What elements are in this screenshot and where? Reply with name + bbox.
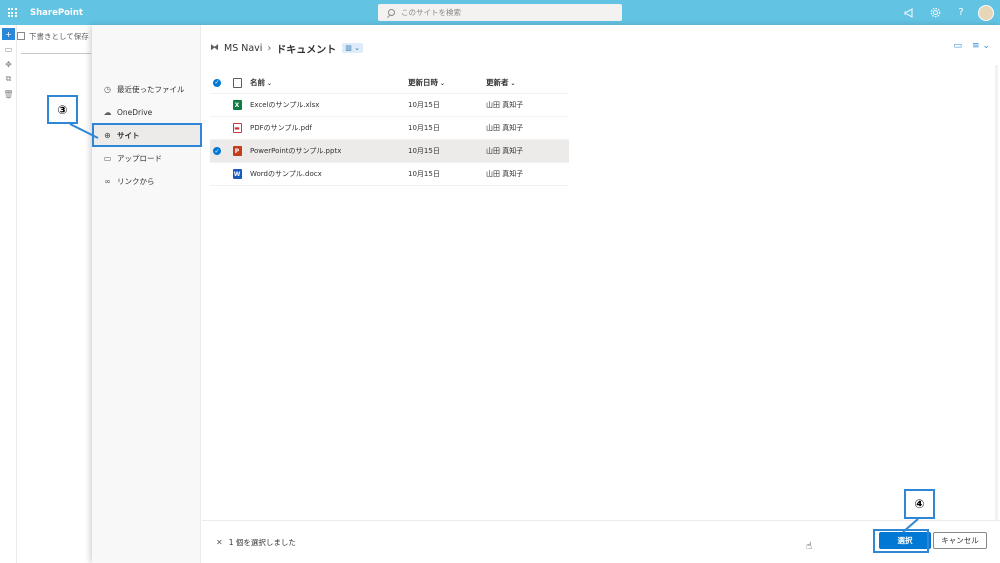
step-3-callout: ③ [47,95,78,124]
nav-item-label: 最近使ったファイル [117,84,185,94]
chevron-right-icon: › [267,42,272,54]
scrollbar[interactable] [995,65,998,540]
trash-icon[interactable]: 🗑 [2,88,15,100]
word-file-icon: W [232,169,242,179]
background-canvas [17,47,92,563]
link-icon: ∞ [104,176,111,186]
gear-icon[interactable] [922,0,948,25]
breadcrumb-site[interactable]: MS Navi [224,43,262,54]
megaphone-icon[interactable] [896,0,922,25]
file-modified: 10月15日 [408,147,440,155]
file-name: Wordのサンプル.docx [250,170,322,178]
file-name: Excelのサンプル.xlsx [250,101,320,109]
left-app-rail: + ▭ ✥ ⧉ 🗑 [0,25,17,563]
file-name: PDFのサンプル.pdf [250,124,313,132]
save-draft-label: 下書きとして保存 [29,31,89,41]
nav-item-label: OneDrive [117,107,153,117]
copy-icon[interactable]: ⧉ [2,73,15,85]
table-row[interactable]: X Excelのサンプル.xlsx 10月15日 山田 真知子 [210,94,569,117]
file-picker-dialog: ◷ 最近使ったファイル ☁ OneDrive ⊕ サイト ▭ アップロード ∞ … [92,25,1000,563]
col-header-modified[interactable]: 更新日時 ⌄ [408,77,486,88]
breadcrumb: ⧓ MS Navi › ドキュメント ▥ ⌄ [210,39,363,57]
top-right-actions: ▭ ≡ ⌄ [954,41,990,51]
nav-item-onedrive[interactable]: ☁ OneDrive [92,101,201,123]
mouse-pointer-icon: ☝ [806,541,813,552]
pdf-file-icon: ▬ [232,123,242,133]
selection-info: ✕ 1 個を選択しました [216,537,296,548]
select-highlight-box [873,529,929,553]
table-row[interactable]: ✓ P PowerPointのサンプル.pptx 10月15日 山田 真知子 [210,140,569,163]
plus-icon[interactable]: + [2,28,15,40]
selection-count: 1 個を選択しました [228,538,296,547]
clear-selection-icon[interactable]: ✕ [216,538,223,547]
step-4-callout: ④ [904,489,935,519]
file-modified-by: 山田 真知子 [486,170,524,178]
nav-item-label: リンクから [117,176,155,186]
app-name[interactable]: SharePoint [30,8,83,18]
table-row[interactable]: W Wordのサンプル.docx 10月15日 山田 真知子 [210,163,569,186]
file-modified-by: 山田 真知子 [486,101,524,109]
table-row[interactable]: ▬ PDFのサンプル.pdf 10月15日 山田 真知子 [210,117,569,140]
file-modified: 10月15日 [408,101,440,109]
file-modified: 10月15日 [408,170,440,178]
file-modified-by: 山田 真知子 [486,124,524,132]
file-list: ✓ 名前 ⌄ 更新日時 ⌄ 更新者 ⌄ X Excelのサンプル.xlsx 10月15… [210,72,569,186]
site-search-box[interactable]: このサイトを検索 [378,4,622,21]
clock-icon: ◷ [104,84,111,94]
comment-icon[interactable]: ▭ [2,43,15,55]
help-icon[interactable]: ? [948,0,974,25]
search-placeholder: このサイトを検索 [401,8,461,17]
file-name: PowerPointのサンプル.pptx [250,147,342,155]
divider [21,53,91,54]
col-header-name[interactable]: 名前 ⌄ [250,77,408,88]
cloud-icon: ☁ [103,107,112,117]
col-header-modified-by[interactable]: 更新者 ⌄ [486,77,566,88]
avatar[interactable] [978,4,994,21]
nav-item-upload[interactable]: ▭ アップロード [92,147,201,169]
table-header: ✓ 名前 ⌄ 更新日時 ⌄ 更新者 ⌄ [210,72,569,94]
cancel-button[interactable]: キャンセル [933,532,987,549]
nav-item-from-link[interactable]: ∞ リンクから [92,170,201,192]
file-type-icon [232,77,242,88]
file-modified: 10月15日 [408,124,440,132]
nav-item-recent[interactable]: ◷ 最近使ったファイル [92,78,201,100]
select-all-checkbox[interactable]: ✓ [213,78,221,87]
picker-nav: ◷ 最近使ったファイル ☁ OneDrive ⊕ サイト ▭ アップロード ∞ … [92,25,202,563]
nav-item-label: アップロード [117,153,162,163]
move-icon[interactable]: ✥ [2,58,15,70]
sort-view-icon[interactable]: ≡ ⌄ [972,41,990,51]
save-icon [17,32,25,40]
new-folder-icon[interactable]: ▭ [954,41,963,51]
upload-icon: ▭ [103,153,112,163]
search-icon [388,9,395,16]
suite-bar: SharePoint このサイトを検索 ? [0,0,1000,25]
excel-file-icon: X [232,100,242,110]
powerpoint-file-icon: P [232,146,242,156]
file-modified-by: 山田 真知子 [486,147,524,155]
breadcrumb-current: ドキュメント [276,44,337,56]
site-icon: ⧓ [210,43,219,53]
save-draft-command[interactable]: 下書きとして保存 [17,25,92,47]
sites-highlight-box [92,123,202,147]
library-view-icon[interactable]: ▥ ⌄ [342,43,363,53]
row-checkbox[interactable]: ✓ [213,147,221,155]
app-launcher-icon[interactable] [0,0,24,25]
